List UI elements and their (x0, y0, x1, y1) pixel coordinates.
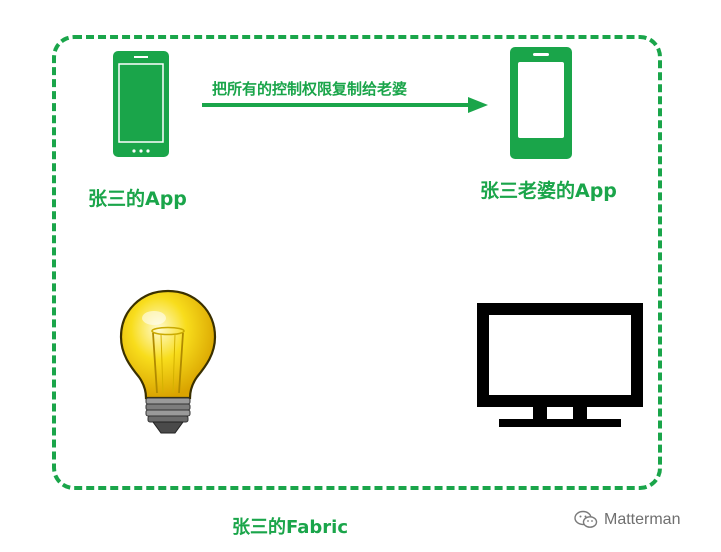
wechat-icon (574, 510, 598, 530)
zhangsan-phone-icon (113, 51, 169, 157)
wife-phone-icon (510, 47, 572, 159)
watermark: Matterman (574, 510, 680, 530)
zhangsan-app-label: 张三的App (88, 188, 187, 210)
fabric-label: 张三的Fabric (232, 517, 348, 538)
arrow-label: 把所有的控制权限复制给老婆 (212, 80, 408, 98)
watermark-text: Matterman (604, 511, 681, 528)
tv-icon (477, 303, 643, 427)
light-bulb-icon (119, 289, 217, 434)
wife-app-label: 张三老婆的App (480, 180, 617, 202)
